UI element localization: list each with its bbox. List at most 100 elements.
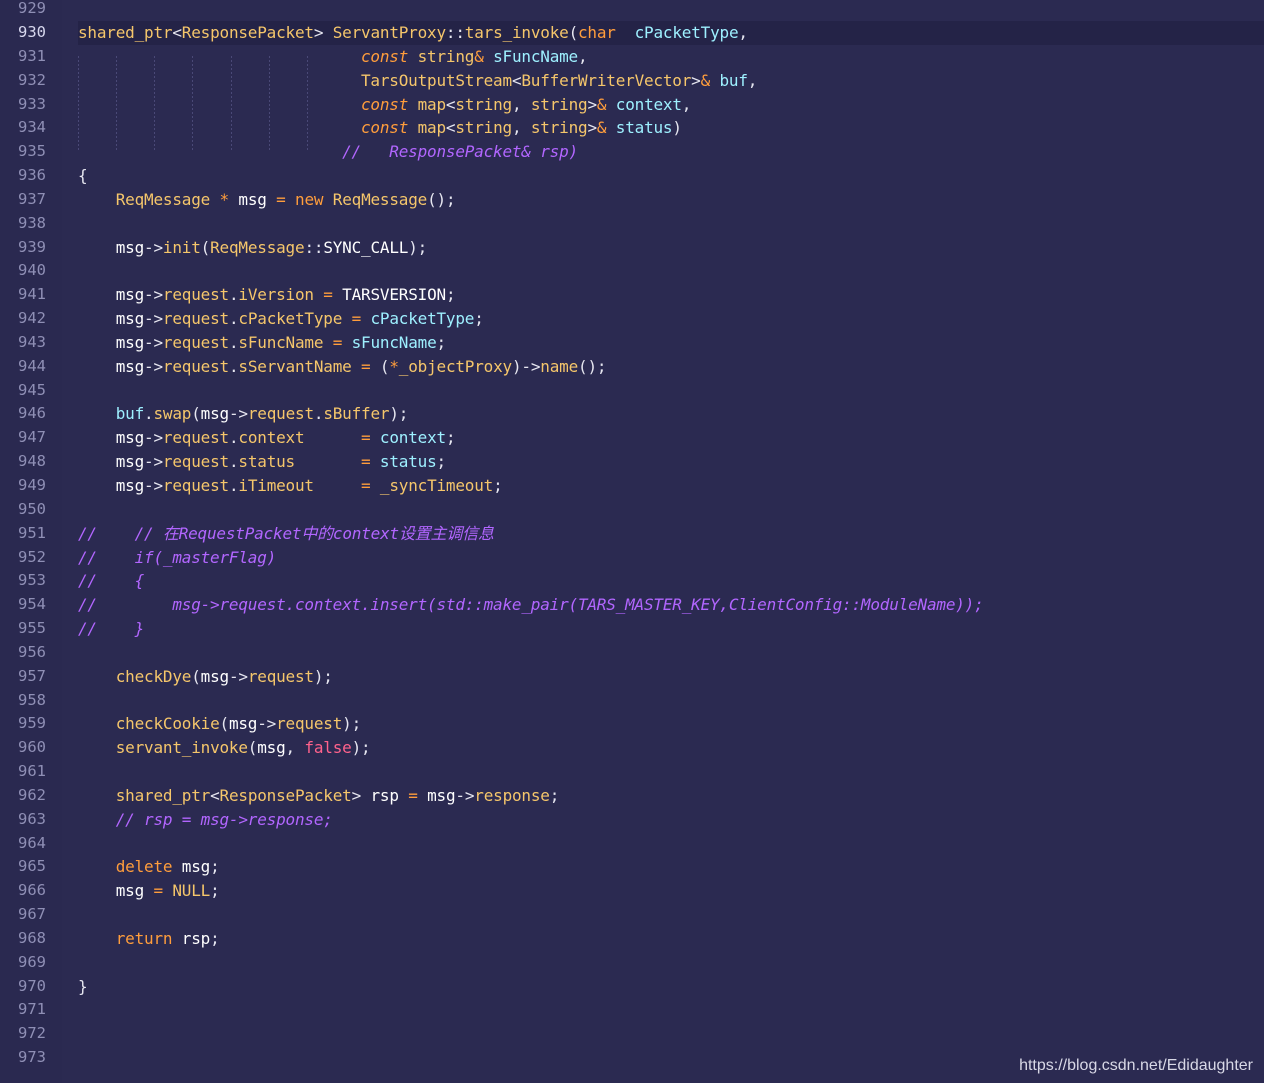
code-text[interactable]: // // 在RequestPacket中的context设置主调信息 — [78, 522, 1264, 546]
code-text[interactable] — [78, 0, 1264, 21]
code-text[interactable]: shared_ptr<ResponsePacket> rsp = msg->re… — [78, 784, 1264, 808]
code-line[interactable]: 958 — [0, 689, 1264, 713]
line-number[interactable]: 972 — [0, 1022, 46, 1046]
code-text[interactable]: msg->request.sServantName = (*_objectPro… — [78, 355, 1264, 379]
line-number[interactable]: 954 — [0, 593, 46, 617]
code-line[interactable]: 950 — [0, 498, 1264, 522]
code-text[interactable]: checkCookie(msg->request); — [78, 712, 1264, 736]
code-text[interactable]: // if(_masterFlag) — [78, 546, 1264, 570]
code-text[interactable]: msg->request.iVersion = TARSVERSION; — [78, 283, 1264, 307]
code-text[interactable]: // { — [78, 569, 1264, 593]
code-text[interactable]: servant_invoke(msg, false); — [78, 736, 1264, 760]
line-number[interactable]: 955 — [0, 617, 46, 641]
code-line[interactable]: 952 // if(_masterFlag) — [0, 546, 1264, 570]
code-text[interactable]: buf.swap(msg->request.sBuffer); — [78, 402, 1264, 426]
code-text[interactable] — [78, 259, 1264, 283]
line-number[interactable]: 964 — [0, 832, 46, 856]
line-number[interactable]: 949 — [0, 474, 46, 498]
line-number[interactable]: 948 — [0, 450, 46, 474]
code-line[interactable]: 939 msg->init(ReqMessage::SYNC_CALL); — [0, 236, 1264, 260]
line-number[interactable]: 938 — [0, 212, 46, 236]
line-number[interactable]: 960 — [0, 736, 46, 760]
line-number[interactable]: 953 — [0, 569, 46, 593]
code-text[interactable]: shared_ptr<ResponsePacket> ServantProxy:… — [78, 21, 1264, 45]
line-number[interactable]: 946 — [0, 402, 46, 426]
code-text[interactable]: const string& sFuncName, — [78, 45, 1264, 69]
line-number[interactable]: 944 — [0, 355, 46, 379]
line-number[interactable]: 966 — [0, 879, 46, 903]
code-text[interactable]: msg->request.context = context; — [78, 426, 1264, 450]
code-text[interactable]: // rsp = msg->response; — [78, 808, 1264, 832]
code-text[interactable] — [78, 951, 1264, 975]
code-line[interactable]: 970} — [0, 975, 1264, 999]
code-line[interactable]: 969 — [0, 951, 1264, 975]
code-text[interactable]: msg->request.status = status; — [78, 450, 1264, 474]
code-line[interactable]: 933 const map<string, string>& context, — [0, 93, 1264, 117]
code-text[interactable]: msg->request.cPacketType = cPacketType; — [78, 307, 1264, 331]
line-number[interactable]: 956 — [0, 641, 46, 665]
line-number[interactable]: 941 — [0, 283, 46, 307]
code-line[interactable]: 934 const map<string, string>& status) — [0, 116, 1264, 140]
code-line[interactable]: 945 — [0, 379, 1264, 403]
code-text[interactable] — [78, 832, 1264, 856]
line-number[interactable]: 929 — [0, 0, 46, 21]
code-text[interactable] — [78, 760, 1264, 784]
code-text[interactable] — [78, 689, 1264, 713]
code-line[interactable]: 948 msg->request.status = status; — [0, 450, 1264, 474]
code-line[interactable]: 941 msg->request.iVersion = TARSVERSION; — [0, 283, 1264, 307]
line-number[interactable]: 973 — [0, 1046, 46, 1070]
line-number[interactable]: 943 — [0, 331, 46, 355]
code-text[interactable]: const map<string, string>& context, — [78, 93, 1264, 117]
line-number[interactable]: 958 — [0, 689, 46, 713]
code-text[interactable] — [78, 379, 1264, 403]
line-number[interactable]: 940 — [0, 259, 46, 283]
line-number[interactable]: 936 — [0, 164, 46, 188]
code-line[interactable]: 955 // } — [0, 617, 1264, 641]
line-number[interactable]: 968 — [0, 927, 46, 951]
code-text[interactable]: // } — [78, 617, 1264, 641]
line-number[interactable]: 939 — [0, 236, 46, 260]
line-number[interactable]: 957 — [0, 665, 46, 689]
line-number[interactable]: 932 — [0, 69, 46, 93]
code-line[interactable]: 957 checkDye(msg->request); — [0, 665, 1264, 689]
code-line[interactable]: 959 checkCookie(msg->request); — [0, 712, 1264, 736]
code-line[interactable]: 947 msg->request.context = context; — [0, 426, 1264, 450]
line-number[interactable]: 962 — [0, 784, 46, 808]
code-line[interactable]: 972 — [0, 1022, 1264, 1046]
code-text[interactable] — [78, 1022, 1264, 1046]
line-number[interactable]: 961 — [0, 760, 46, 784]
code-line[interactable]: 949 msg->request.iTimeout = _syncTimeout… — [0, 474, 1264, 498]
code-line[interactable]: 963 // rsp = msg->response; — [0, 808, 1264, 832]
code-text[interactable]: msg = NULL; — [78, 879, 1264, 903]
line-number[interactable]: 935 — [0, 140, 46, 164]
line-number[interactable]: 947 — [0, 426, 46, 450]
code-text[interactable]: } — [78, 975, 1264, 999]
line-number[interactable]: 970 — [0, 975, 46, 999]
code-line[interactable]: 929 — [0, 0, 1264, 21]
code-line[interactable]: 943 msg->request.sFuncName = sFuncName; — [0, 331, 1264, 355]
line-number[interactable]: 931 — [0, 45, 46, 69]
code-text[interactable] — [78, 903, 1264, 927]
code-text[interactable]: const map<string, string>& status) — [78, 116, 1264, 140]
code-line[interactable]: 937 ReqMessage * msg = new ReqMessage(); — [0, 188, 1264, 212]
code-line[interactable]: 940 — [0, 259, 1264, 283]
code-line[interactable]: 954 // msg->request.context.insert(std::m… — [0, 593, 1264, 617]
line-number[interactable]: 930 — [0, 21, 46, 45]
code-text[interactable]: { — [78, 164, 1264, 188]
line-number[interactable]: 950 — [0, 498, 46, 522]
code-text[interactable]: TarsOutputStream<BufferWriterVector>& bu… — [78, 69, 1264, 93]
code-line[interactable]: 932 TarsOutputStream<BufferWriterVector>… — [0, 69, 1264, 93]
code-line[interactable]: 967 — [0, 903, 1264, 927]
code-text[interactable]: // ResponsePacket& rsp) — [78, 140, 1264, 164]
line-number[interactable]: 967 — [0, 903, 46, 927]
code-text[interactable]: msg->request.iTimeout = _syncTimeout; — [78, 474, 1264, 498]
code-line[interactable]: 971 — [0, 998, 1264, 1022]
code-line[interactable]: 931 const string& sFuncName, — [0, 45, 1264, 69]
code-text[interactable] — [78, 498, 1264, 522]
line-number[interactable]: 963 — [0, 808, 46, 832]
code-text[interactable] — [78, 212, 1264, 236]
code-line[interactable]: 956 — [0, 641, 1264, 665]
code-line[interactable]: 961 — [0, 760, 1264, 784]
line-number[interactable]: 934 — [0, 116, 46, 140]
code-line[interactable]: 965 delete msg; — [0, 855, 1264, 879]
